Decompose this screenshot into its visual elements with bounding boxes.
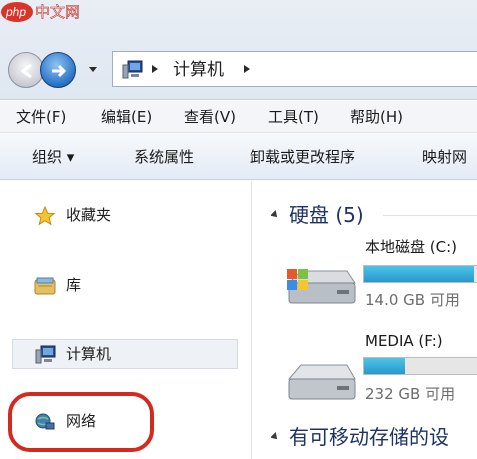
drive-usage-bar-f <box>363 357 477 375</box>
forward-arrow-icon <box>52 64 67 78</box>
system-properties-button[interactable]: 系统属性 <box>134 147 194 167</box>
drive-usage-fill <box>364 266 474 282</box>
address-bar[interactable]: 计算机 <box>112 51 477 87</box>
content-pane: 硬盘 (5) 本地磁盘 (C:) 14.0 GB 可用 MEDIA (F:) 2… <box>253 181 477 459</box>
group-title: 有可移动存储的设 <box>289 425 449 449</box>
nav-item-label: 收藏夹 <box>66 206 112 224</box>
drive-name-f[interactable]: MEDIA (F:) <box>365 331 443 351</box>
map-network-drive-button[interactable]: 映射网 <box>422 147 467 167</box>
uninstall-program-button[interactable]: 卸载或更改程序 <box>250 147 355 167</box>
computer-icon <box>122 60 143 79</box>
php-watermark: php 中文网 <box>0 0 90 24</box>
command-bar: 组织 ▾ 系统属性 卸载或更改程序 映射网 <box>0 134 477 180</box>
breadcrumb-computer[interactable]: 计算机 <box>173 59 224 81</box>
watermark-text: 中文网 <box>35 3 80 21</box>
drive-usage-bar-c <box>363 265 477 283</box>
menu-file[interactable]: 文件(F) <box>16 107 66 127</box>
group-divider <box>383 215 477 216</box>
nav-item-label: 库 <box>66 276 82 294</box>
menu-bar: 文件(F) 编辑(E) 查看(V) 工具(T) 帮助(H) <box>0 101 477 133</box>
computer-icon <box>35 345 56 364</box>
collapse-triangle-icon[interactable] <box>271 432 279 442</box>
watermark-logo-text: php <box>5 5 26 19</box>
drive-free-space-c: 14.0 GB 可用 <box>365 291 460 309</box>
recent-pages-dropdown-icon[interactable] <box>88 64 98 74</box>
drive-usage-fill <box>364 358 406 374</box>
breadcrumb-arrow-icon[interactable] <box>243 64 251 74</box>
drive-name-c[interactable]: 本地磁盘 (C:) <box>365 237 457 257</box>
menu-view[interactable]: 查看(V) <box>184 107 236 127</box>
menu-edit[interactable]: 编辑(E) <box>101 107 152 127</box>
forward-button[interactable] <box>40 52 76 88</box>
collapse-triangle-icon[interactable] <box>271 210 279 220</box>
star-icon <box>34 206 56 226</box>
back-arrow-icon <box>20 63 32 79</box>
drive-free-space-f: 232 GB 可用 <box>365 385 456 403</box>
breadcrumb-arrow-icon[interactable] <box>151 64 159 74</box>
library-icon <box>34 277 56 295</box>
hard-drive-icon[interactable] <box>285 357 357 407</box>
annotation-highlight-circle <box>8 392 154 452</box>
menu-tools[interactable]: 工具(T) <box>268 107 319 127</box>
organize-button[interactable]: 组织 ▾ <box>32 147 74 167</box>
windows-drive-icon[interactable] <box>285 259 357 309</box>
group-title: 硬盘 (5) <box>289 203 364 227</box>
nav-item-label: 计算机 <box>66 345 112 363</box>
menu-help[interactable]: 帮助(H) <box>350 107 403 127</box>
back-button[interactable] <box>8 52 44 88</box>
